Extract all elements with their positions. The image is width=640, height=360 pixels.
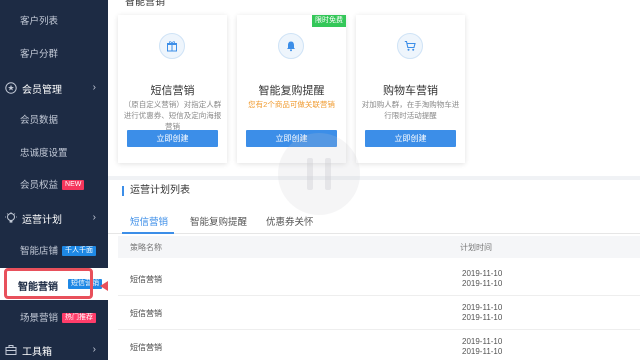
chevron-right-icon: › — [92, 82, 96, 93]
plan-tabs: 短信营销 智能复购提醒 优惠券关怀 — [108, 208, 640, 234]
pause-watermark-icon — [278, 133, 360, 215]
sidebar-item-scene-marketing[interactable]: 场景营销 热门推荐 — [20, 312, 97, 326]
sidebar-item-customer-group[interactable]: 客户分群 — [20, 48, 58, 62]
bell-icon — [278, 33, 304, 59]
active-tab-underline — [122, 232, 174, 234]
sidebar-item-member-data[interactable]: 会员数据 — [20, 114, 58, 128]
cart-icon — [397, 33, 423, 59]
main-content: 智能营销 短信营销 （原自定义营销）对指定人群进行优惠券、短信及定向海报营销 立… — [108, 0, 640, 360]
limited-free-tag: 限时免费 — [312, 15, 346, 27]
sidebar-group-label: 会员管理 — [22, 84, 62, 96]
sidebar-group-ops-plan[interactable]: 运营计划 › — [0, 210, 108, 226]
column-header-strategy: 策略名称 — [130, 243, 162, 252]
sidebar-item-member-rights[interactable]: 会员权益 NEW — [20, 179, 85, 193]
plan-time-start: 2019-11-10 — [462, 337, 503, 346]
card-desc: 您有2个商品可做关联营销 — [248, 100, 335, 109]
plan-time: 2019-11-10 2019-11-10 — [462, 269, 502, 289]
chevron-right-icon: › — [92, 212, 96, 223]
gift-icon — [159, 33, 185, 59]
toolbox-icon — [5, 345, 17, 355]
plan-time-start: 2019-11-10 — [462, 303, 503, 312]
chevron-right-icon: › — [92, 344, 96, 355]
thousand-faces-badge: 千人千面 — [62, 246, 97, 257]
table-row[interactable]: 短信营销 2019-11-10 2019-11-10 — [118, 298, 640, 330]
strategy-name: 短信营销 — [130, 275, 162, 284]
sidebar-group-member-mgmt[interactable]: 会员管理 › — [0, 80, 108, 96]
create-now-button[interactable]: 立即创建 — [365, 130, 456, 147]
plan-time: 2019-11-10 2019-11-10 — [462, 303, 502, 323]
sidebar-item-label: 会员权益 — [20, 180, 59, 191]
plan-time-end: 2019-11-10 — [462, 279, 503, 288]
sidebar-item-label: 智能店铺 — [20, 246, 59, 257]
create-now-button[interactable]: 立即创建 — [127, 130, 218, 147]
tab-sms-marketing[interactable]: 短信营销 — [130, 214, 168, 228]
card-cart-marketing: 购物车营销 对加购人群，在手淘购物车进行限时活动提醒 立即创建 — [356, 15, 465, 163]
hot-badge: 热门推荐 — [62, 313, 97, 324]
card-desc: （原自定义营销）对指定人群进行优惠券、短信及定向海报营销 — [123, 100, 222, 131]
card-title: 购物车营销 — [383, 85, 438, 97]
plan-time-start: 2019-11-10 — [462, 269, 503, 278]
plan-time-end: 2019-11-10 — [462, 347, 503, 356]
bulb-icon — [5, 212, 17, 223]
card-desc: 对加购人群，在手淘购物车进行限时活动提醒 — [361, 100, 460, 120]
card-title: 短信营销 — [150, 85, 195, 97]
plan-time-end: 2019-11-10 — [462, 313, 503, 322]
star-circle-icon — [5, 82, 17, 94]
sidebar-group-label: 运营计划 — [22, 214, 62, 226]
strategy-name: 短信营销 — [130, 343, 162, 352]
marketing-cards-section: 智能营销 短信营销 （原自定义营销）对指定人群进行优惠券、短信及定向海报营销 立… — [108, 0, 640, 176]
column-header-time: 计划时间 — [460, 243, 492, 252]
section-title: 智能营销 — [125, 0, 165, 8]
table-row[interactable]: 短信营销 2019-11-10 2019-11-10 — [118, 332, 640, 360]
table-header: 策略名称 计划时间 — [118, 236, 640, 258]
sidebar-group-toolbox[interactable]: 工具箱 › — [0, 342, 108, 358]
new-badge: NEW — [62, 180, 85, 191]
plan-list-title: 运营计划列表 — [122, 186, 190, 196]
strategy-name: 短信营销 — [130, 309, 162, 318]
sidebar-group-label: 工具箱 — [22, 346, 52, 358]
ops-plan-list-section: 运营计划列表 短信营销 智能复购提醒 优惠券关怀 策略名称 计划时间 短信营销 … — [108, 180, 640, 360]
tab-coupon-care[interactable]: 优惠券关怀 — [266, 214, 314, 228]
sidebar-item-loyalty[interactable]: 忠诚度设置 — [20, 147, 68, 161]
sidebar-item-customer-list[interactable]: 客户列表 — [20, 15, 58, 29]
card-sms-marketing: 短信营销 （原自定义营销）对指定人群进行优惠券、短信及定向海报营销 立即创建 — [118, 15, 227, 163]
table-row[interactable]: 短信营销 2019-11-10 2019-11-10 — [118, 264, 640, 296]
sidebar-item-smart-store[interactable]: 智能店铺 千人千面 — [20, 245, 97, 259]
tab-smart-repurchase[interactable]: 智能复购提醒 — [190, 214, 247, 228]
highlight-box — [4, 268, 93, 299]
plan-time: 2019-11-10 2019-11-10 — [462, 337, 502, 357]
sidebar: 客户列表 客户分群 会员管理 › 会员数据 忠诚度设置 会员权益 NEW 运营计划… — [0, 0, 108, 360]
sidebar-item-label: 场景营销 — [20, 313, 59, 324]
card-title: 智能复购提醒 — [258, 85, 325, 97]
